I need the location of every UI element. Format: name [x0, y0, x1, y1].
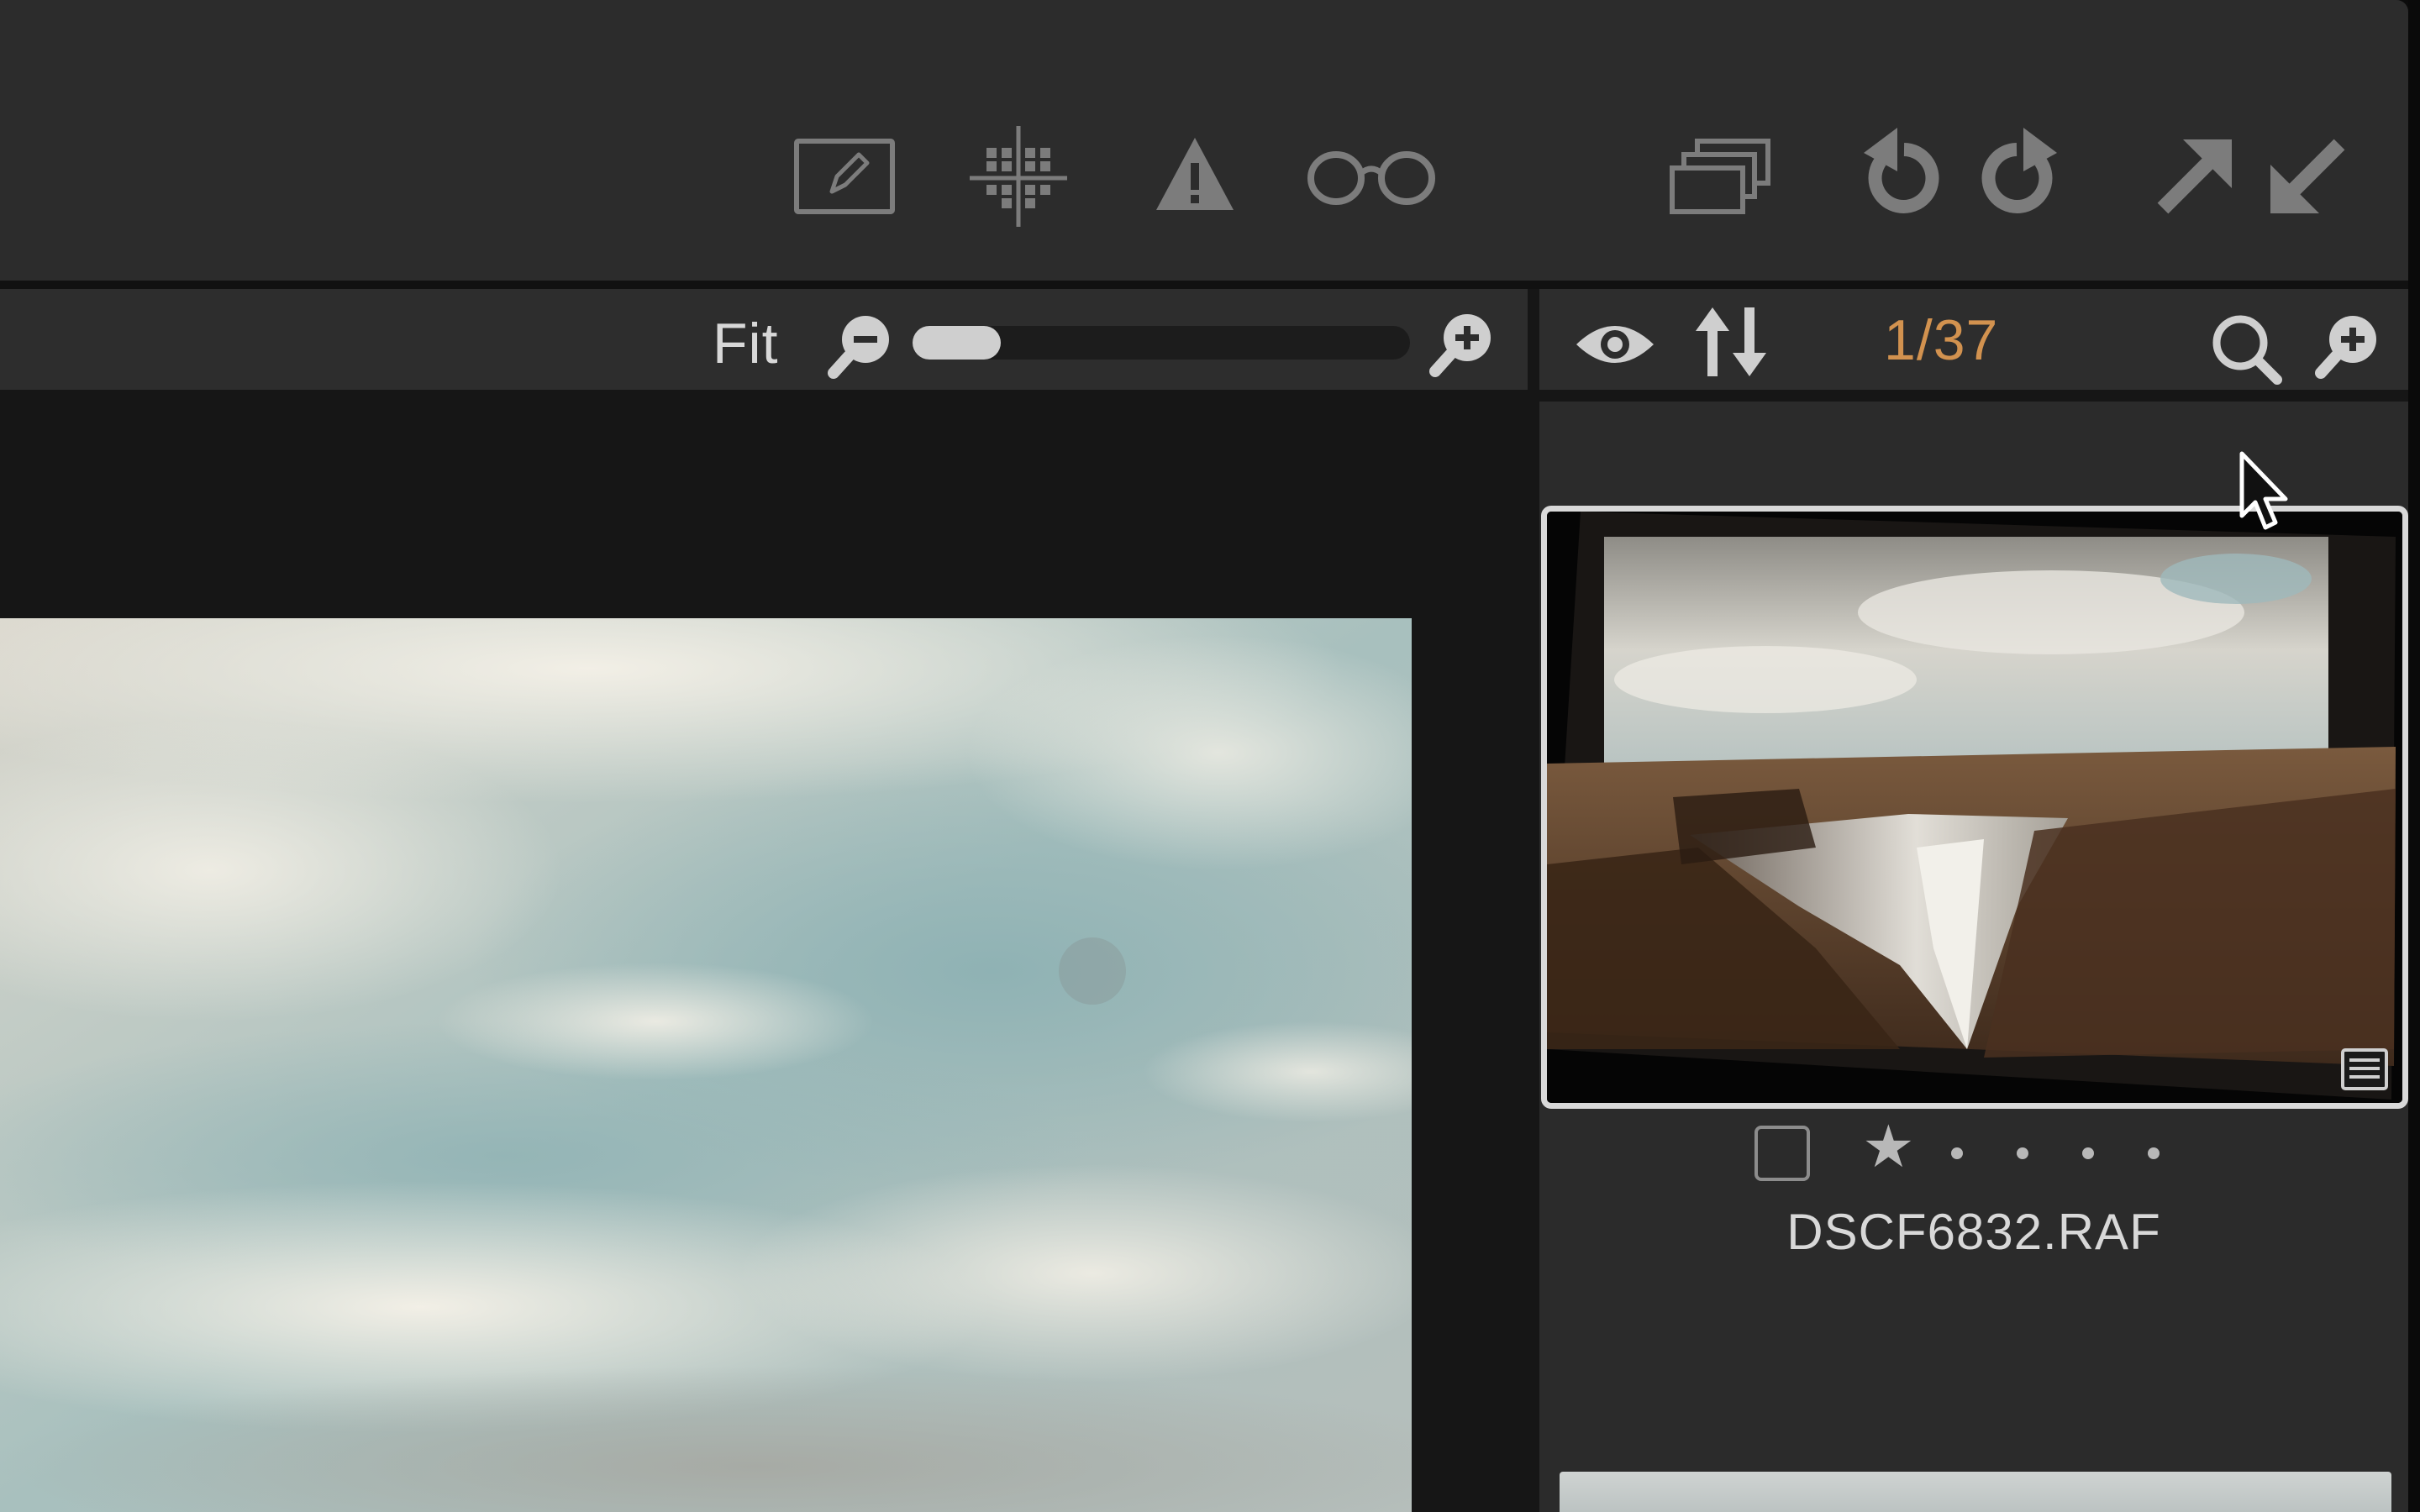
rotate-right-icon[interactable] — [1976, 128, 2060, 219]
eye-icon[interactable] — [1573, 314, 1657, 377]
rating-star-1[interactable]: ★ — [1862, 1117, 1915, 1176]
browser-zoom-in-icon[interactable] — [2314, 312, 2381, 384]
zoom-in-icon[interactable] — [1428, 311, 1496, 382]
panel-divider[interactable] — [1528, 289, 1539, 1512]
select-checkbox[interactable] — [1754, 1126, 1810, 1181]
zoom-slider[interactable] — [913, 326, 1410, 360]
sort-icon[interactable] — [1696, 304, 1766, 384]
toolbar-separator — [0, 281, 2408, 289]
rating-dot-4[interactable] — [2082, 1147, 2094, 1159]
exposure-warning-icon[interactable] — [1153, 134, 1237, 218]
edit-icon[interactable] — [793, 136, 897, 221]
stack-icon[interactable] — [1669, 138, 1773, 221]
thumbnail-image — [1547, 512, 2402, 1103]
rating-dot-2[interactable] — [1951, 1147, 1963, 1159]
rotate-left-icon[interactable] — [1860, 128, 1944, 219]
expand-icon[interactable] — [2153, 134, 2237, 223]
zoom-fit-button[interactable]: Fit — [713, 311, 779, 376]
rating-dot-5[interactable] — [2148, 1147, 2160, 1159]
mouse-cursor-icon — [2237, 450, 2296, 543]
main-image-viewer[interactable] — [0, 618, 1412, 1512]
collapse-icon[interactable] — [2265, 134, 2349, 223]
app-window: Fit 1/37 ★ DSCF6832.RAF — [0, 0, 2408, 1512]
zoom-out-icon[interactable] — [827, 312, 894, 384]
thumbnail-selected[interactable] — [1541, 506, 2408, 1109]
thumbnail-filename: DSCF6832.RAF — [1786, 1204, 2161, 1260]
grid-overlay-icon[interactable] — [970, 126, 1067, 231]
loupe-icon[interactable] — [1304, 144, 1439, 213]
thumbnail-next[interactable] — [1560, 1472, 2391, 1512]
window-edge — [2408, 0, 2420, 1512]
main-image — [0, 618, 1412, 1512]
search-icon[interactable] — [2210, 312, 2282, 389]
image-counter: 1/37 — [1884, 308, 1999, 372]
rating-dot-3[interactable] — [2017, 1147, 2028, 1159]
zoom-slider-thumb[interactable] — [913, 326, 1001, 360]
metadata-list-icon[interactable] — [2341, 1048, 2388, 1095]
